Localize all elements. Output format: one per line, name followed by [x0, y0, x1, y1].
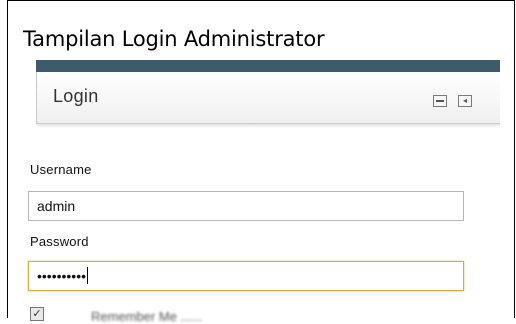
panel-title: Login	[53, 86, 99, 106]
login-panel-header: Login ◂	[36, 72, 500, 124]
collapse-icon[interactable]: ◂	[458, 95, 472, 107]
password-label: Password	[30, 234, 89, 249]
remember-me-label: Remember Me ......	[91, 309, 203, 324]
text-caret	[87, 267, 89, 284]
figure-caption: Tampilan Login Administrator	[23, 27, 325, 51]
username-field[interactable]: admin	[28, 191, 464, 221]
password-field[interactable]: ••••••••••	[28, 261, 464, 291]
minimize-icon[interactable]	[433, 95, 447, 107]
username-label: Username	[30, 162, 92, 177]
password-value: ••••••••••	[37, 268, 87, 284]
window-top-bar	[36, 60, 500, 72]
remember-me-checkbox[interactable]: ✓	[30, 307, 44, 321]
